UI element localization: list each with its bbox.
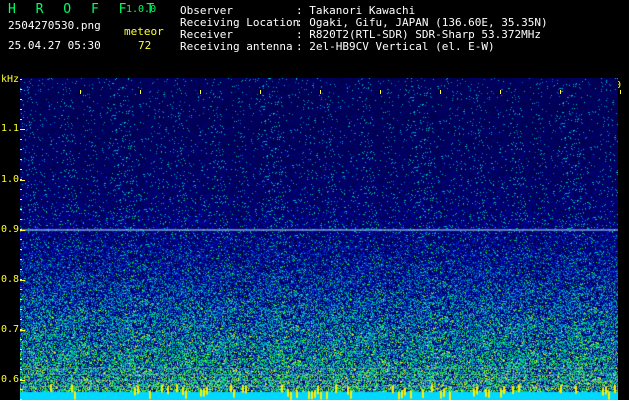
tick-mark xyxy=(260,90,261,94)
info-value-antenna: : 2el-HB9CV Vertical (el. E-W) xyxy=(296,40,495,53)
y-tick-label: 1.1 xyxy=(1,123,20,134)
tick-mark xyxy=(20,329,22,330)
tick-mark xyxy=(380,90,381,94)
tick-mark xyxy=(620,90,621,94)
spectrogram-canvas xyxy=(20,78,618,400)
tick-mark xyxy=(20,199,22,200)
info-label-antenna: Receiving antenna xyxy=(180,40,293,53)
tick-mark xyxy=(20,379,22,380)
capture-timestamp: 25.04.27 05:30 xyxy=(8,39,101,52)
tick-mark xyxy=(560,90,561,94)
tick-mark xyxy=(320,90,321,94)
tick-mark xyxy=(20,109,22,110)
tick-mark xyxy=(20,180,25,181)
y-axis-unit: kHz xyxy=(1,74,20,85)
tick-mark xyxy=(20,239,22,240)
tick-mark xyxy=(20,209,22,210)
tick-mark xyxy=(440,90,441,94)
tick-mark xyxy=(20,299,22,300)
tick-mark xyxy=(20,119,22,120)
tick-mark xyxy=(20,359,22,360)
tick-mark xyxy=(20,339,22,340)
tick-mark xyxy=(20,349,22,350)
tick-mark xyxy=(20,289,22,290)
tick-mark xyxy=(20,330,25,331)
tick-mark xyxy=(500,90,501,94)
tick-mark xyxy=(20,389,22,390)
tick-mark xyxy=(20,369,22,370)
tick-mark xyxy=(20,279,22,280)
y-tick-label: 0.7 xyxy=(1,324,20,335)
tick-mark xyxy=(20,99,22,100)
tick-mark xyxy=(20,169,22,170)
tick-mark xyxy=(20,89,22,90)
meteor-label: meteor xyxy=(124,25,164,38)
tick-mark xyxy=(20,229,22,230)
app-version: 1.0.0 xyxy=(126,4,157,15)
tick-mark xyxy=(20,179,22,180)
file-name: 2504270530.png xyxy=(8,19,101,32)
tick-mark xyxy=(80,90,81,94)
tick-mark xyxy=(20,79,22,80)
tick-mark xyxy=(200,90,201,94)
tick-mark xyxy=(20,159,22,160)
tick-mark xyxy=(20,259,22,260)
tick-mark xyxy=(20,380,25,381)
tick-mark xyxy=(20,249,22,250)
tick-mark xyxy=(20,230,25,231)
tick-mark xyxy=(20,319,22,320)
y-tick-label: 0.6 xyxy=(1,374,20,385)
tick-mark xyxy=(20,269,22,270)
meteor-count: 72 xyxy=(138,39,152,52)
y-tick-label: 1.0 xyxy=(1,174,20,185)
tick-mark xyxy=(20,139,22,140)
tick-mark xyxy=(20,129,22,130)
y-tick-label: 0.8 xyxy=(1,274,20,285)
tick-mark xyxy=(20,189,22,190)
tick-mark xyxy=(20,219,22,220)
tick-mark xyxy=(20,149,22,150)
tick-mark xyxy=(140,90,141,94)
tick-mark xyxy=(20,309,22,310)
spectrogram-plot xyxy=(20,78,618,400)
y-tick-label: 0.9 xyxy=(1,224,20,235)
tick-mark xyxy=(20,280,25,281)
